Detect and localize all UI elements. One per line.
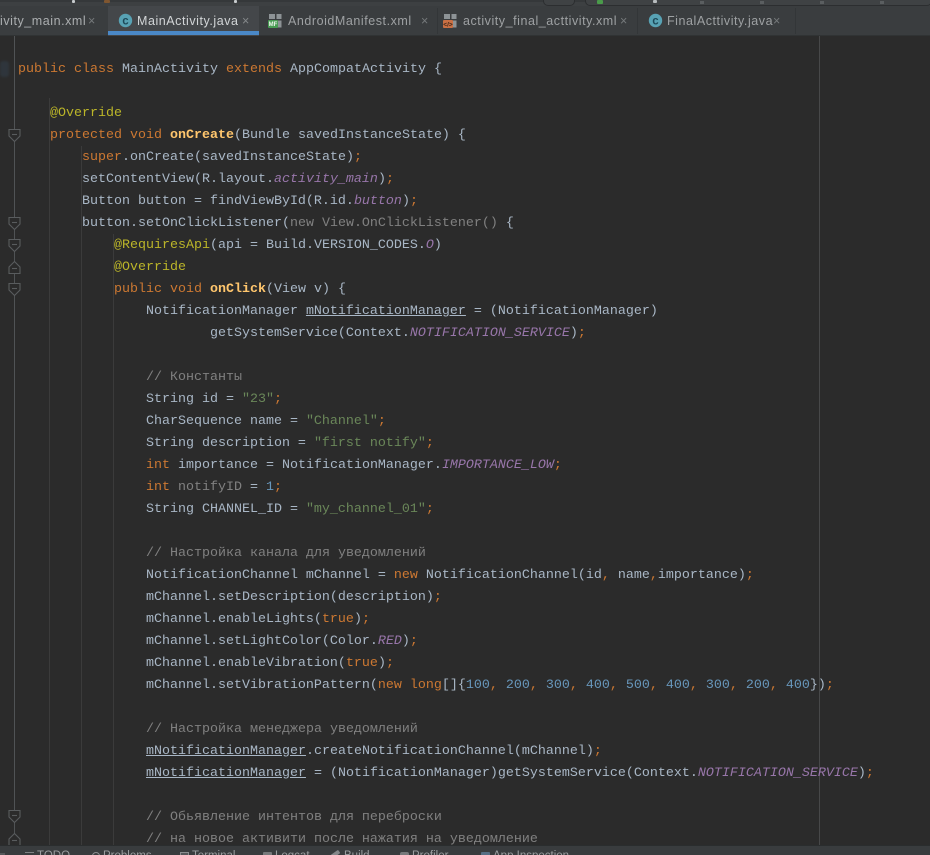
- svg-text:C: C: [122, 16, 129, 28]
- svg-text:MF: MF: [269, 22, 278, 28]
- svg-text:C: C: [652, 16, 659, 28]
- svg-text:</>: </>: [443, 21, 453, 28]
